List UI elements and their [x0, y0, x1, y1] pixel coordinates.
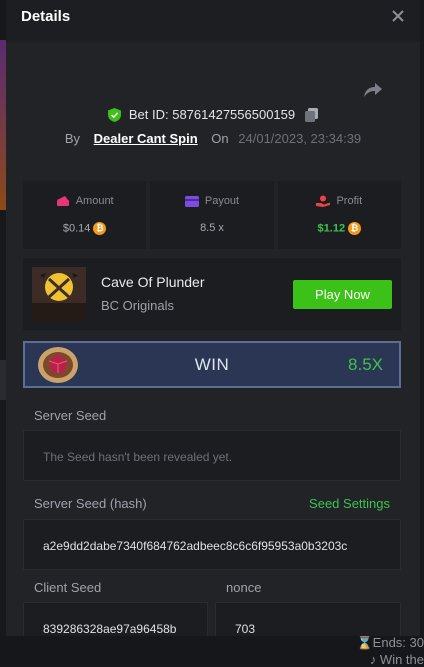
share-icon[interactable] — [362, 80, 384, 100]
client-seed-label: Client Seed — [34, 580, 102, 595]
profit-value: $1.12 — [317, 222, 346, 235]
bet-id: Bet ID: 58761427556500159 — [128, 107, 296, 123]
payout-value: 8.5 x — [200, 222, 224, 234]
dealer-link[interactable]: Dealer Cant Spin — [94, 131, 198, 146]
bet-id-row: Bet ID: 58761427556500159 — [6, 106, 420, 122]
server-seed-field: The Seed hasn't been revealed yet. — [23, 430, 401, 481]
server-hash-value: a2e9dd2dabe7340f684762adbeec8c6c6f95953a… — [43, 539, 348, 553]
game-card: Cave Of Plunder BC Originals Play Now — [23, 258, 401, 330]
payout-card: Payout 8.5 x — [150, 181, 274, 249]
result-multiplier: 8.5X — [348, 355, 383, 374]
by-label: By — [64, 131, 81, 146]
bitcoin-coin-icon: ₿ — [348, 222, 362, 235]
payout-header: Payout — [150, 195, 273, 207]
bet-date: 24/01/2023, 23:34:39 — [238, 131, 362, 146]
modal-header: Details — [6, 0, 420, 42]
profit-header: Profit — [278, 195, 401, 208]
game-name[interactable]: Cave Of Plunder — [101, 274, 205, 290]
amount-label: Amount — [75, 195, 114, 207]
profit-value-row: $1.12 ₿ — [278, 222, 401, 235]
game-provider: BC Originals — [101, 298, 174, 313]
profit-label: Profit — [336, 195, 363, 207]
amount-value-row: $0.14 ₿ — [23, 222, 146, 235]
background-win-text: ♪ Win the — [369, 652, 424, 667]
result-banner: WIN 8.5X — [23, 341, 401, 388]
game-thumbnail[interactable] — [32, 267, 86, 321]
bet-meta-row: By Dealer Cant Spin On 24/01/2023, 23:34… — [6, 131, 420, 146]
result-status: WIN — [194, 355, 230, 374]
wallet-icon — [56, 196, 69, 207]
payout-label: Payout — [204, 195, 240, 207]
bet-details-modal: Details Bet ID: 58761427556500159 By Dea… — [6, 0, 420, 636]
verified-shield-icon — [108, 107, 122, 122]
on-label: On — [211, 131, 229, 146]
nonce-field: 703 — [215, 602, 401, 636]
profit-card: Profit $1.12 ₿ — [277, 181, 401, 249]
amount-value: $0.14 — [62, 222, 91, 235]
server-hash-label: Server Seed (hash) — [34, 496, 147, 511]
play-now-button[interactable]: Play Now — [293, 280, 392, 309]
modal-title: Details — [21, 8, 71, 25]
card-icon — [184, 195, 199, 207]
profit-hand-icon — [316, 195, 331, 208]
server-seed-value: The Seed hasn't been revealed yet. — [43, 450, 233, 464]
client-seed-field[interactable]: 839286328ae97a96458b — [23, 602, 208, 636]
server-hash-field: a2e9dd2dabe7340f684762adbeec8c6c6f95953a… — [23, 519, 401, 570]
copy-icon[interactable] — [304, 107, 318, 122]
close-icon[interactable] — [388, 6, 408, 26]
server-seed-label: Server Seed — [34, 408, 107, 423]
nonce-value: 703 — [235, 622, 256, 636]
bitcoin-coin-icon: ₿ — [93, 222, 107, 235]
bet-stats: Amount $0.14 ₿ Payout 8.5 x Profit $1.12 ₿ — [23, 181, 401, 249]
seed-settings-link[interactable]: Seed Settings — [309, 496, 390, 511]
amount-card: Amount $0.14 ₿ — [23, 181, 147, 249]
nonce-label: nonce — [226, 580, 262, 595]
amount-header: Amount — [23, 195, 146, 207]
background-ends-text: ⌛Ends: 30 — [356, 635, 424, 650]
client-seed-value: 839286328ae97a96458b — [43, 622, 177, 636]
